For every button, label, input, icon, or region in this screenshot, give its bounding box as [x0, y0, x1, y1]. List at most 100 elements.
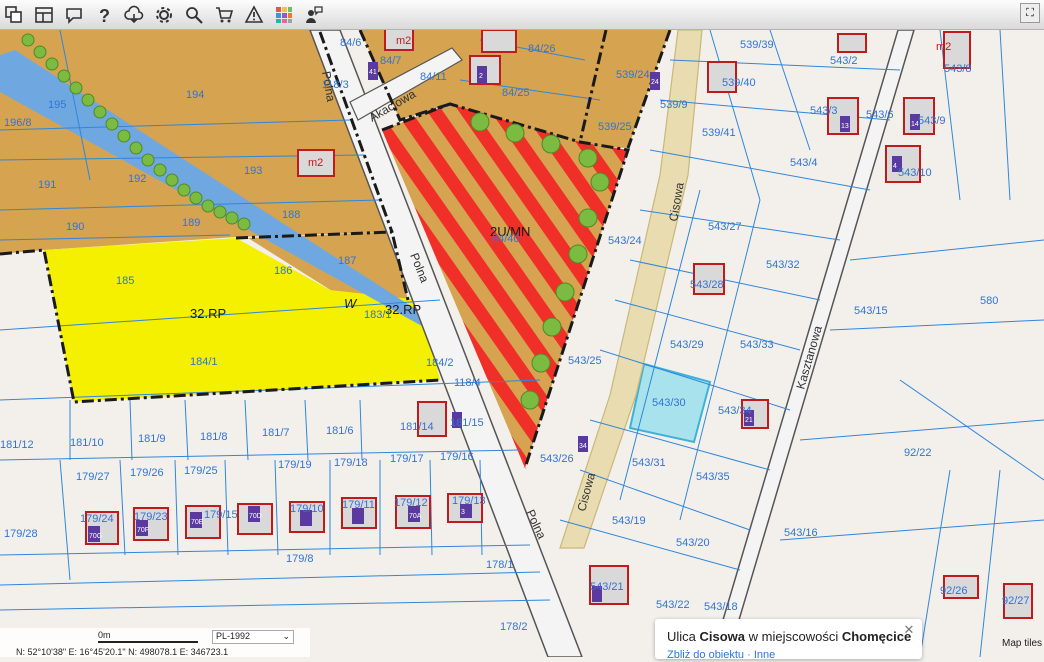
- map-attribution[interactable]: Map tiles: [1002, 638, 1044, 649]
- color-grid-icon[interactable]: [272, 3, 296, 27]
- parcel-label: 543/8: [944, 63, 972, 75]
- parcel-label: 543/21: [590, 581, 624, 593]
- parcel-label: 190: [66, 221, 84, 233]
- settings-icon[interactable]: [152, 3, 176, 27]
- parcel-label: 181/6: [326, 425, 354, 437]
- scale-distance: 0m: [98, 630, 111, 640]
- parcel-label: 181/14: [400, 421, 434, 433]
- scale-panel: 0m PL-1992 ⌄ N: 52°10'38" E: 16°45'20.1"…: [0, 628, 310, 657]
- parcel-label: 179/13: [452, 495, 486, 507]
- parcel-label: 543/35: [696, 471, 730, 483]
- parcel-label: 195: [48, 99, 66, 111]
- parcel-label: 543/19: [612, 515, 646, 527]
- zoom-icon[interactable]: [182, 3, 206, 27]
- map-view[interactable]: m2 m2 m2 41 2 24 13 14 4 21 34 70G 70F 7…: [0, 0, 1044, 658]
- popup-links[interactable]: Zbliż do obiektu · Inne: [667, 649, 775, 661]
- parcel-label: 543/25: [568, 355, 602, 367]
- parcel-label: 181/9: [138, 433, 166, 445]
- popup-middle: w miejscowości: [745, 629, 842, 644]
- parcel-label: 179/27: [76, 471, 110, 483]
- parcel-label: 539/24: [616, 69, 650, 81]
- parcel-label: 179/18: [334, 457, 368, 469]
- parcel-label: 543/22: [656, 599, 690, 611]
- parcel-label: 539/39: [740, 39, 774, 51]
- parcel-label: 543/18: [704, 601, 738, 613]
- crs-value: PL-1992: [216, 631, 251, 641]
- cloud-download-icon[interactable]: [122, 3, 146, 27]
- parcel-label: 118/4: [454, 377, 481, 389]
- parcel-label: 543/30: [652, 397, 686, 409]
- house-41: 41: [369, 69, 377, 76]
- parcel-label: 184/2: [426, 357, 454, 369]
- close-icon[interactable]: ✕: [902, 623, 916, 637]
- parcel-label: 84/25: [502, 87, 530, 99]
- parcel-label: 184/1: [190, 356, 218, 368]
- parcel-label: 179/10: [290, 503, 324, 515]
- parcel-label: 543/34: [718, 405, 752, 417]
- parcel-label: 193: [244, 165, 262, 177]
- parcel-label: 84/6: [340, 37, 361, 49]
- parcel-label: 179/15: [204, 509, 238, 521]
- zone-label-rp-left: 32.RP: [190, 306, 226, 321]
- warning-icon[interactable]: [242, 3, 266, 27]
- parcel-label: 179/12: [394, 497, 428, 509]
- parcel-label: 178/1: [486, 559, 514, 571]
- parcel-label: 179/23: [134, 511, 168, 523]
- layers-icon[interactable]: [2, 3, 26, 27]
- cart-icon[interactable]: [212, 3, 236, 27]
- parcel-label: 181/10: [70, 437, 104, 449]
- zone-label-water: W: [344, 296, 358, 311]
- parcel-label: 185: [116, 275, 134, 287]
- speech-bubble-icon[interactable]: [62, 3, 86, 27]
- house-70e: 70E: [191, 519, 204, 526]
- parcel-label: 84/26: [528, 43, 556, 55]
- parcel-label: 543/28: [690, 279, 724, 291]
- map-canvas[interactable]: m2 m2 m2 41 2 24 13 14 4 21 34 70G 70F 7…: [0, 0, 1044, 658]
- parcel-label: 543/29: [670, 339, 704, 351]
- parcel-label: 543/9: [918, 115, 946, 127]
- parcel-label: 543/10: [898, 167, 932, 179]
- parcel-label: 92/22: [904, 447, 932, 459]
- parcel-label: 179/19: [278, 459, 312, 471]
- parcel-label: 543/26: [540, 453, 574, 465]
- feature-popup: Ulica Cisowa w miejscowości Chomęcice Zb…: [655, 619, 922, 661]
- parcel-label: 186: [274, 265, 292, 277]
- popup-title: Ulica Cisowa w miejscowości Chomęcice: [667, 629, 911, 644]
- parcel-label: 92/26: [940, 585, 968, 597]
- house-70a: 70A: [409, 513, 422, 520]
- parcel-label: 84/7: [380, 55, 401, 67]
- svg-text:?: ?: [99, 6, 110, 25]
- parcel-label: 181/12: [0, 439, 34, 451]
- popup-street: Cisowa: [699, 629, 746, 644]
- house-13: 13: [841, 123, 849, 130]
- parcel-label: 543/31: [632, 457, 666, 469]
- label-m2-a: m2: [396, 35, 411, 47]
- parcel-label: 543/27: [708, 221, 742, 233]
- parcel-label: 543/3: [810, 105, 838, 117]
- crs-select[interactable]: PL-1992 ⌄: [212, 630, 294, 644]
- parcel-label: 543/32: [766, 259, 800, 271]
- parcel-label: 179/17: [390, 453, 424, 465]
- parcel-label: 543/15: [854, 305, 888, 317]
- parcel-label: 539/41: [702, 127, 736, 139]
- house-24: 24: [651, 79, 659, 86]
- parcel-label: 543/24: [608, 235, 642, 247]
- house-70d: 70D: [249, 513, 262, 520]
- layout-icon[interactable]: [32, 3, 56, 27]
- popup-town: Chomęcice: [841, 629, 912, 644]
- parcel-label: 181/15: [450, 417, 484, 429]
- house-2: 2: [479, 73, 483, 80]
- parcel-label: 118/3: [322, 79, 349, 91]
- parcel-label: 543/16: [784, 527, 818, 539]
- parcel-label: 179/26: [130, 467, 164, 479]
- parcel-label: 543/33: [740, 339, 774, 351]
- parcel-label: 84/11: [420, 71, 447, 83]
- fullscreen-icon[interactable]: ⛶: [1020, 3, 1040, 23]
- popup-prefix: Ulica: [667, 629, 700, 644]
- chat-person-icon[interactable]: [302, 3, 326, 27]
- coordinate-readout: N: 52°10'38" E: 16°45'20.1" N: 498078.1 …: [16, 647, 229, 657]
- label-m2-b: m2: [308, 157, 323, 169]
- parcel-label: 188: [282, 209, 300, 221]
- help-icon[interactable]: ?: [92, 3, 116, 27]
- label-m2-c: m2: [936, 41, 951, 53]
